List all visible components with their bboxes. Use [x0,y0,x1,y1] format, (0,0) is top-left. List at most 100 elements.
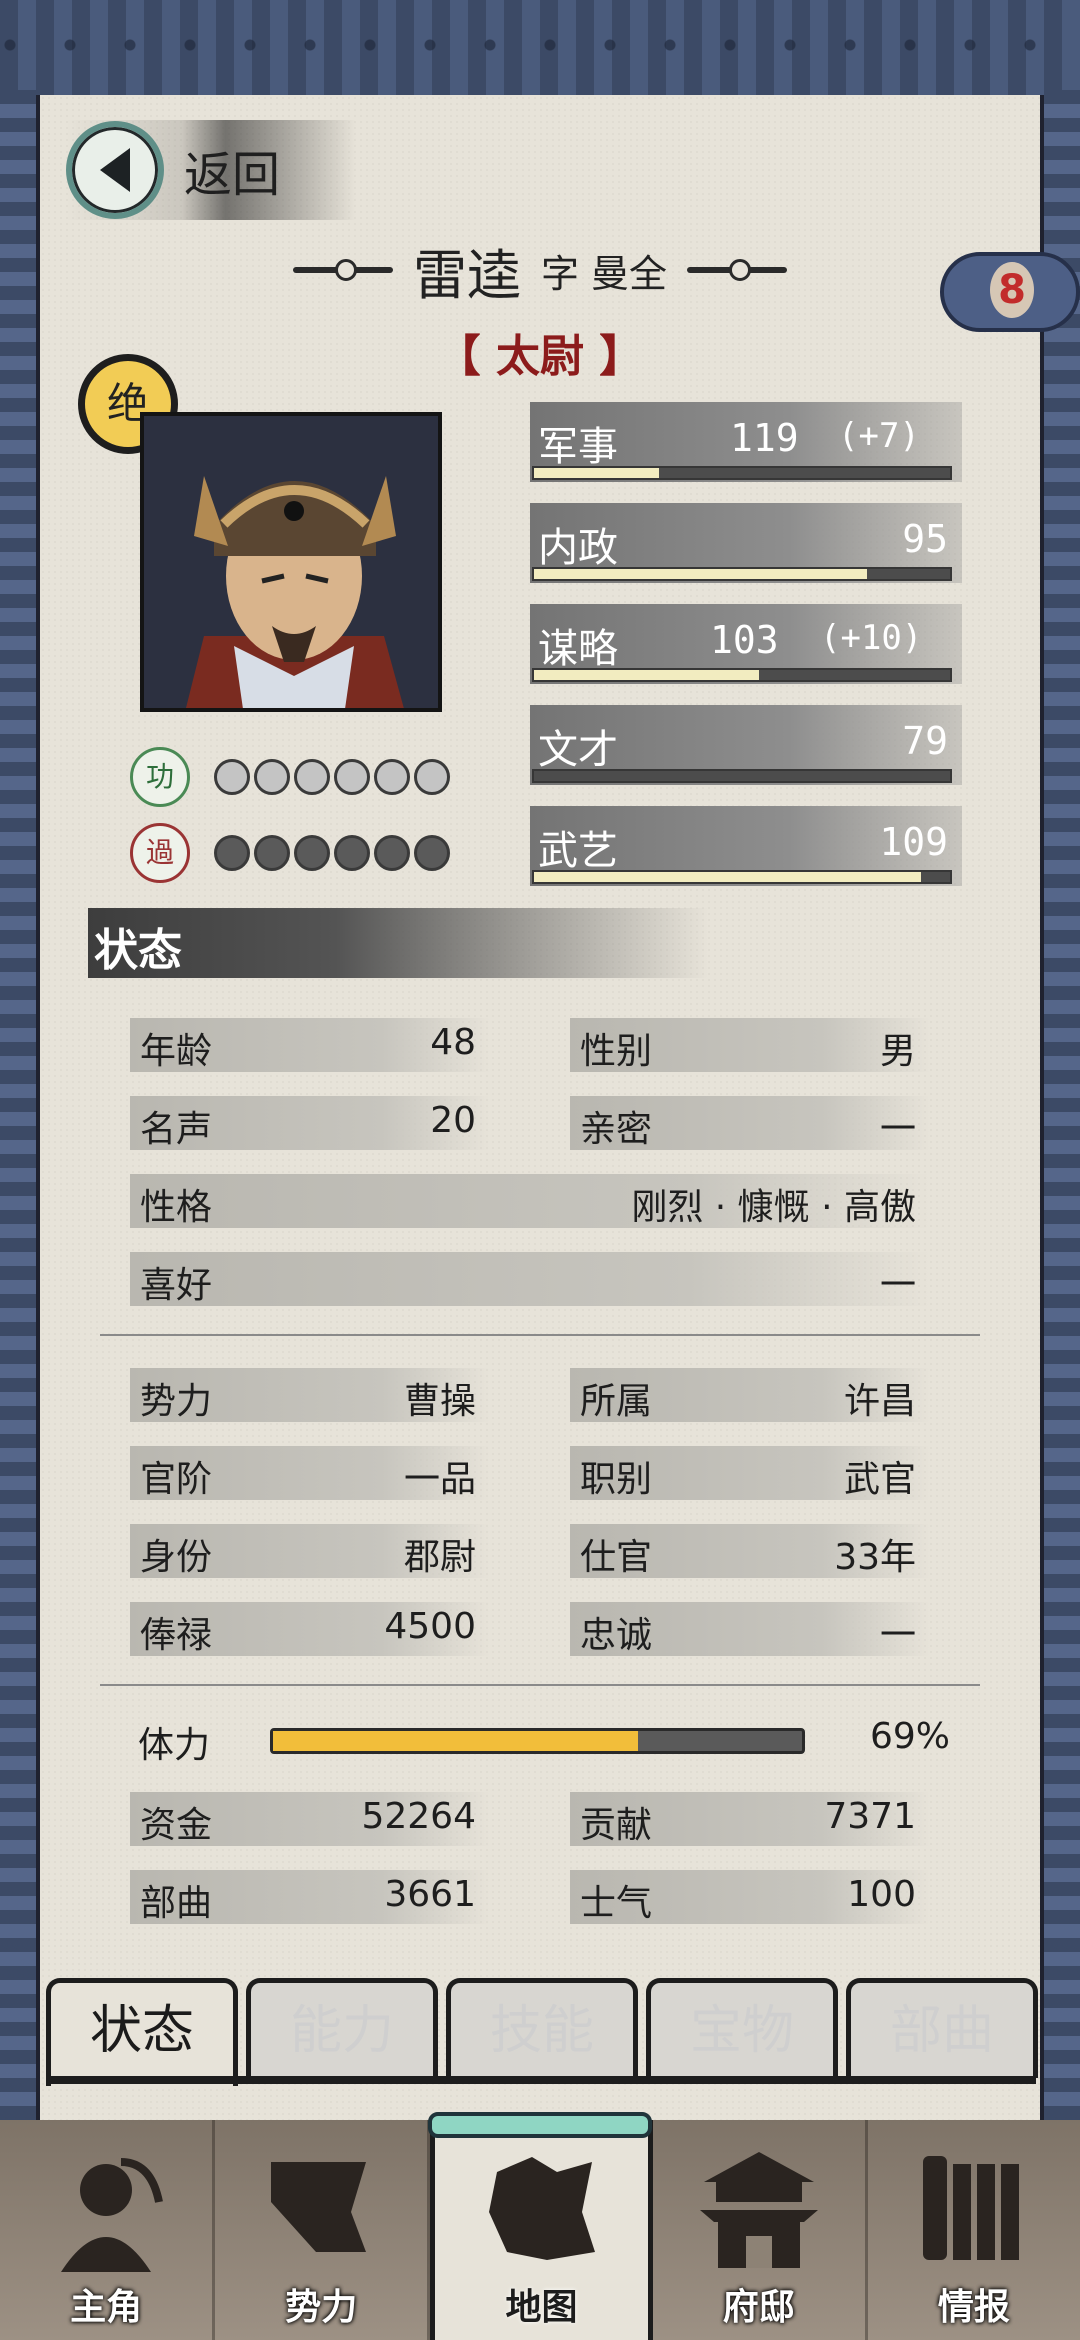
character-courtesy-name: 字 曼全 [540,251,668,296]
portrait-image [144,416,438,708]
back-label: 返回 [184,147,281,203]
demerit-badge: 過 [130,823,190,883]
flag-icon [271,2162,367,2252]
tab-treasure[interactable]: 宝物 [646,1978,838,2078]
stat-fill [534,872,921,882]
funds-label: 资金 [140,1805,213,1846]
demerit-pip-icon [334,835,370,871]
stat-fill [534,569,867,579]
nav-faction[interactable]: 势力 [215,2120,431,2340]
contribution-label: 贡献 [580,1805,653,1846]
age-row: 年龄 48 [130,1018,490,1072]
service-row: 仕官 33年 [570,1524,930,1578]
personality-value: 刚烈 · 慷慨 · 高傲 [631,1187,916,1228]
tab-status[interactable]: 状态 [46,1978,238,2086]
troops-row: 部曲 3661 [130,1870,490,1924]
nav-intelligence[interactable]: 情报 [868,2120,1080,2340]
demerit-pip-icon [214,835,250,871]
demerit-pip-icon [374,835,410,871]
merit-pip-icon [214,759,250,795]
back-button[interactable]: 返回 [66,120,356,220]
stat-label: 军事 [538,424,618,470]
loyalty-row: 忠诚 一 [570,1602,930,1656]
right-ornament-icon [687,259,788,281]
demerit-pip-icon [414,835,450,871]
merit-pip-icon [374,759,410,795]
tab-troops[interactable]: 部曲 [846,1978,1038,2078]
stat-value: 109 [879,820,948,864]
belong-value: 许昌 [843,1381,916,1422]
faction-value: 曹操 [403,1381,476,1422]
merit-row: 功 [130,742,460,812]
active-nav-indicator [428,2112,652,2138]
stat-label: 文才 [538,727,618,773]
stat-track [532,668,952,682]
funds-row: 资金 52264 [130,1792,490,1846]
top-border [0,0,1080,100]
troops-value: 3661 [384,1874,476,1915]
stat-value: 119 [730,416,799,460]
merit-badge: 功 [130,747,190,807]
stat-fill [534,670,759,680]
stat-value: 103 [710,618,779,662]
stat-politics: 内政 95 [530,503,962,599]
age-label: 年龄 [140,1031,213,1072]
stamina-fill [273,1731,638,1751]
map-icon [488,2157,595,2260]
cloud-badge: 8 [990,262,1034,318]
nav-label: 府邸 [722,2287,795,2328]
bottom-navigation: 主角 势力 地图 府邸 情报 [0,2120,1080,2340]
gender-label: 性别 [580,1031,653,1072]
stat-literacy: 文才 79 [530,705,962,801]
gender-value: 男 [879,1031,916,1072]
tab-ability[interactable]: 能力 [246,1978,438,2078]
detail-tabs: 状态 能力 技能 宝物 部曲 [46,1978,1038,2088]
job-value: 武官 [843,1459,916,1500]
personality-label: 性格 [140,1187,213,1228]
hobby-label: 喜好 [140,1265,213,1306]
nav-label: 主角 [70,2287,143,2328]
stat-track [532,466,952,480]
stat-bonus: (+10) [820,618,923,658]
nav-label: 情报 [937,2287,1010,2328]
warrior-icon [61,2158,164,2272]
stat-bonus: (+7) [838,416,920,456]
morale-row: 士气 100 [570,1870,930,1924]
demerit-pips [214,835,450,871]
nav-map[interactable]: 地图 [430,2120,653,2340]
scroll-icon [922,2156,1019,2260]
demerit-pip-icon [254,835,290,871]
job-row: 职别 武官 [570,1446,930,1500]
stat-military: 军事 119 (+7) [530,402,962,498]
troops-label: 部曲 [140,1883,213,1924]
character-name-row: 雷逵 字 曼全 [240,230,840,310]
stat-track [532,567,952,581]
fame-row: 名声 20 [130,1096,490,1150]
tab-skill[interactable]: 技能 [446,1978,638,2078]
faction-label: 势力 [140,1381,213,1422]
nav-mansion[interactable]: 府邸 [653,2120,868,2340]
tab-base-line [46,2076,1036,2084]
stat-label: 武艺 [538,828,618,874]
hobby-value: 一 [879,1265,916,1306]
status-section-header: 状态 [88,908,708,978]
stat-fill [534,468,659,478]
left-ornament-icon [292,259,393,281]
stamina-label: 体力 [138,1725,211,1766]
identity-row: 身份 郡尉 [130,1524,490,1578]
merit-pip-icon [334,759,370,795]
service-value: 33年 [834,1537,916,1578]
identity-value: 郡尉 [403,1537,476,1578]
nav-label: 地图 [505,2287,578,2328]
nav-protagonist[interactable]: 主角 [0,2120,216,2340]
faction-row: 势力 曹操 [130,1368,490,1422]
divider [100,1334,980,1336]
stat-strategy: 谋略 103 (+10) [530,604,962,700]
intimacy-row: 亲密 一 [570,1096,930,1150]
loyalty-value: 一 [879,1615,916,1656]
intimacy-label: 亲密 [580,1109,653,1150]
belong-row: 所属 许昌 [570,1368,930,1422]
contribution-value: 7371 [824,1796,916,1837]
demerit-row: 過 [130,818,460,888]
stat-value: 95 [902,517,948,561]
